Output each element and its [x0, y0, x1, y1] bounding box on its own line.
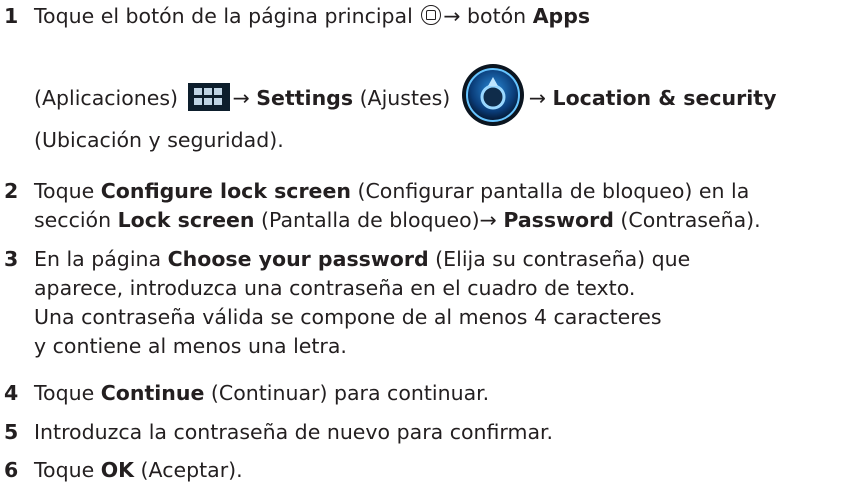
step-1-line-1: Toque el botón de la página principal → …	[34, 4, 590, 28]
step-bold-text: Apps	[532, 4, 591, 28]
step-2-line-2: sección Lock screen (Pantalla de bloqueo…	[34, 208, 761, 232]
step-number: 2	[4, 179, 19, 203]
step-number: 6	[4, 458, 19, 482]
step-text: En la página	[34, 247, 168, 271]
home-icon	[421, 5, 442, 25]
step-text: Toque el botón de la página principal	[34, 4, 420, 28]
step-text: Toque	[34, 458, 101, 482]
step-bold-text: Password	[503, 208, 614, 232]
step-3-line-3: Una contraseña válida se compone de al m…	[34, 305, 662, 329]
step-bold-text: Continue	[100, 381, 205, 405]
step-text: sección	[34, 208, 118, 232]
step-text: Toque	[34, 381, 101, 405]
step-text: (Elija su contraseña) que	[428, 247, 691, 271]
apps-grid-icon	[187, 83, 230, 111]
step-bold-text: Choose your password	[167, 247, 429, 271]
step-number: 5	[4, 420, 19, 444]
step-bold-text: Settings	[256, 86, 354, 110]
step-3-line-1: En la página Choose your password (Elija…	[34, 247, 690, 271]
step-text: Toque	[34, 179, 101, 203]
step-text: (Ajustes)	[353, 86, 457, 110]
step-text: (Continuar) para continuar.	[204, 381, 490, 405]
step-text: (Contraseña).	[613, 208, 761, 232]
step-number: 1	[4, 4, 19, 28]
step-bold-text: OK	[100, 458, 135, 482]
step-text: →	[528, 86, 553, 110]
step-text: (Aplicaciones)	[34, 86, 185, 110]
settings-gear-icon	[461, 64, 524, 126]
step-bold-text: Configure lock screen	[100, 179, 351, 203]
step-5-line-1: Introduzca la contraseña de nuevo para c…	[34, 420, 554, 444]
step-2-line-1: Toque Configure lock screen (Configurar …	[34, 179, 749, 203]
step-text: (Aceptar).	[134, 458, 243, 482]
step-number: 3	[4, 247, 19, 271]
step-4-line-1: Toque Continue (Continuar) para continua…	[34, 381, 489, 405]
step-bold-text: Location & security	[552, 86, 777, 110]
step-text: → botón	[443, 4, 533, 28]
step-3-line-4: y contiene al menos una letra.	[34, 334, 347, 358]
step-number: 4	[4, 381, 19, 405]
step-bold-text: Lock screen	[117, 208, 255, 232]
step-text: (Pantalla de bloqueo)→	[254, 208, 504, 232]
step-1-line-2: (Aplicaciones) → Settings (Ajustes) → Lo…	[34, 64, 777, 131]
step-text: →	[232, 86, 257, 110]
step-3-line-2: aparece, introduzca una contraseña en el…	[34, 276, 636, 300]
step-6-line-1: Toque OK (Aceptar).	[34, 458, 243, 482]
step-1-line-3: (Ubicación y seguridad).	[34, 128, 284, 152]
step-text: (Configurar pantalla de bloqueo) en la	[350, 179, 750, 203]
